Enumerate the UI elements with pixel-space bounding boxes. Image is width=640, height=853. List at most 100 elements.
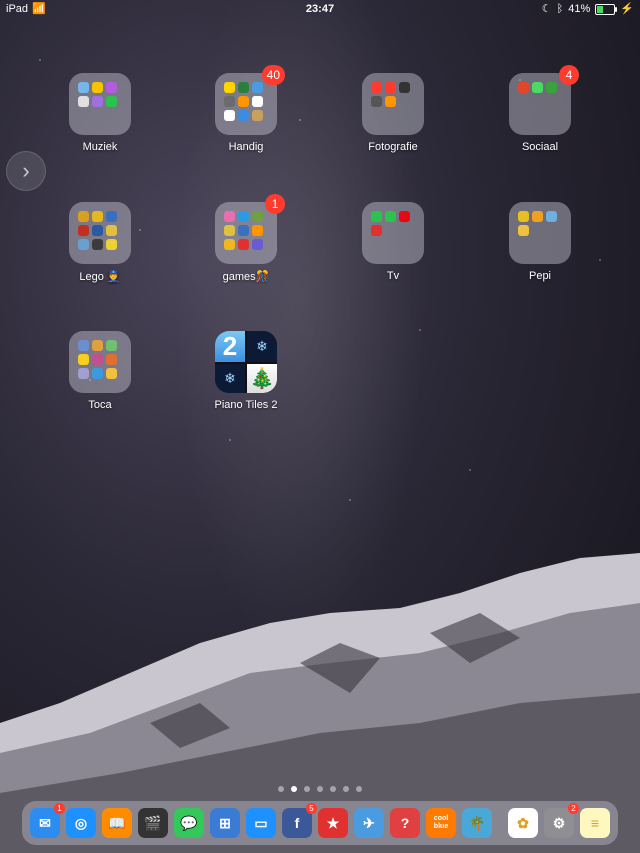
dock-app-clips[interactable]: 🎬 bbox=[138, 808, 168, 838]
mini-app-icon bbox=[92, 354, 103, 365]
dock-app-game1[interactable]: ★ bbox=[318, 808, 348, 838]
folder-5[interactable]: 1 games🎊 bbox=[196, 194, 296, 283]
dock-app-books[interactable]: 📖 bbox=[102, 808, 132, 838]
mini-app-icon bbox=[224, 239, 235, 250]
moon-icon: ☾ bbox=[541, 3, 552, 15]
page-indicator[interactable] bbox=[0, 786, 640, 792]
folder-icon: 1 bbox=[215, 194, 285, 264]
charging-icon: ⚡ bbox=[620, 3, 634, 15]
folder-label: Fotografie bbox=[368, 141, 418, 153]
mini-app-icon bbox=[92, 239, 103, 250]
mini-app-icon bbox=[371, 96, 382, 107]
mini-app-icon bbox=[385, 96, 396, 107]
dock-app-photos[interactable]: ✿ bbox=[508, 808, 538, 838]
dock-app-files[interactable]: ▭ bbox=[246, 808, 276, 838]
mini-app-icon bbox=[371, 82, 382, 93]
page-dot[interactable] bbox=[304, 786, 310, 792]
dock-app-messages[interactable]: 💬 bbox=[174, 808, 204, 838]
mini-app-icon bbox=[106, 239, 117, 250]
mini-app-icon bbox=[252, 110, 263, 121]
dock-app-keynote[interactable]: ⊞ bbox=[210, 808, 240, 838]
mini-app-icon bbox=[252, 211, 263, 222]
mini-app-icon bbox=[92, 211, 103, 222]
dock-app-game2[interactable]: ✈ bbox=[354, 808, 384, 838]
folder-label: Lego 👮 bbox=[79, 271, 121, 283]
files-icon: ▭ bbox=[254, 814, 268, 831]
folder-4[interactable]: Lego 👮 bbox=[50, 202, 150, 283]
folder-3[interactable]: 4 Sociaal bbox=[490, 65, 590, 153]
mini-app-icon bbox=[371, 211, 382, 222]
mini-app-icon bbox=[238, 82, 249, 93]
mini-app-icon bbox=[399, 82, 410, 93]
page-dot[interactable] bbox=[291, 786, 297, 792]
mini-app-icon bbox=[546, 82, 557, 93]
folder-6[interactable]: Tv bbox=[343, 202, 443, 282]
keynote-icon: ⊞ bbox=[219, 814, 231, 831]
mini-app-icon bbox=[224, 110, 235, 121]
page-dot[interactable] bbox=[356, 786, 362, 792]
folder-icon bbox=[362, 202, 424, 264]
notification-badge: 4 bbox=[559, 65, 579, 85]
page-dot[interactable] bbox=[330, 786, 336, 792]
folder-8[interactable]: Toca bbox=[50, 331, 150, 411]
game1-icon: ★ bbox=[326, 814, 340, 831]
mini-app-icon bbox=[532, 211, 543, 222]
clips-icon: 🎬 bbox=[144, 814, 162, 831]
page-dot[interactable] bbox=[343, 786, 349, 792]
safari-icon: ◎ bbox=[74, 814, 88, 831]
folder-2[interactable]: Fotografie bbox=[343, 73, 443, 153]
status-bar: iPad 📶 23:47 ☾ ᛒ 41% ⚡ bbox=[0, 0, 640, 18]
notification-badge: 5 bbox=[306, 803, 317, 814]
folder-icon bbox=[69, 331, 131, 393]
mini-app-icon bbox=[106, 96, 117, 107]
notification-badge: 1 bbox=[265, 194, 285, 214]
page-dot[interactable] bbox=[317, 786, 323, 792]
bluetooth-icon: ᛒ bbox=[556, 3, 564, 15]
folder-0[interactable]: Muziek bbox=[50, 73, 150, 153]
dock-app-settings[interactable]: ⚙ 2 bbox=[544, 803, 579, 838]
dock: ✉ 1 ◎ 📖 🎬 💬 ⊞ ▭ f 5 ★ ✈? cool blue 🌴 ✿ ⚙ 2 ≡ bbox=[22, 801, 618, 845]
mini-app-icon bbox=[92, 340, 103, 351]
quiz-icon: ? bbox=[400, 815, 410, 831]
mini-app-icon bbox=[532, 82, 543, 93]
dock-app-coolblue[interactable]: cool blue bbox=[426, 808, 456, 838]
beach-icon: 🌴 bbox=[468, 814, 486, 831]
dock-app-quiz[interactable]: ? bbox=[390, 808, 420, 838]
mini-app-icon bbox=[238, 96, 249, 107]
folder-label: Pepi bbox=[528, 270, 552, 282]
mini-app-icon bbox=[546, 211, 557, 222]
folder-label: Handig bbox=[228, 141, 264, 153]
mini-app-icon bbox=[78, 82, 89, 93]
mini-app-icon bbox=[78, 96, 89, 107]
mini-app-icon bbox=[106, 211, 117, 222]
mini-app-icon bbox=[238, 225, 249, 236]
mini-app-icon bbox=[92, 96, 103, 107]
page-dot[interactable] bbox=[278, 786, 284, 792]
notification-badge: 1 bbox=[54, 803, 65, 814]
battery-icon bbox=[595, 3, 618, 15]
mini-app-icon bbox=[224, 96, 235, 107]
mini-app-icon bbox=[78, 211, 89, 222]
dock-app-safari[interactable]: ◎ bbox=[66, 808, 96, 838]
mini-app-icon bbox=[399, 211, 410, 222]
widgets-arrow-button[interactable]: › bbox=[6, 151, 46, 191]
mini-app-icon bbox=[385, 211, 396, 222]
folder-1[interactable]: 40 Handig bbox=[196, 65, 296, 153]
dock-app-facebook[interactable]: f5 bbox=[282, 803, 317, 838]
notification-badge: 40 bbox=[261, 65, 285, 85]
mini-app-icon bbox=[106, 368, 117, 379]
dock-app-notes[interactable]: ≡ bbox=[580, 808, 610, 838]
coolblue-icon: cool blue bbox=[433, 815, 449, 830]
mini-app-icon bbox=[78, 340, 89, 351]
messages-icon: 💬 bbox=[180, 814, 198, 831]
dock-app-beach[interactable]: 🌴 bbox=[462, 808, 492, 838]
mini-app-icon bbox=[78, 368, 89, 379]
folder-7[interactable]: Pepi bbox=[490, 202, 590, 282]
mini-app-icon bbox=[518, 225, 529, 236]
settings-icon: ⚙ bbox=[552, 814, 566, 831]
folder-label: Toca bbox=[88, 399, 112, 411]
app-piano-tiles-2[interactable]: 2 ❄ ❄ 🎄 Piano Tiles 2 bbox=[196, 331, 296, 411]
dock-app-mail[interactable]: ✉ 1 bbox=[30, 803, 65, 838]
notes-icon: ≡ bbox=[590, 815, 600, 831]
mini-app-icon bbox=[252, 225, 263, 236]
